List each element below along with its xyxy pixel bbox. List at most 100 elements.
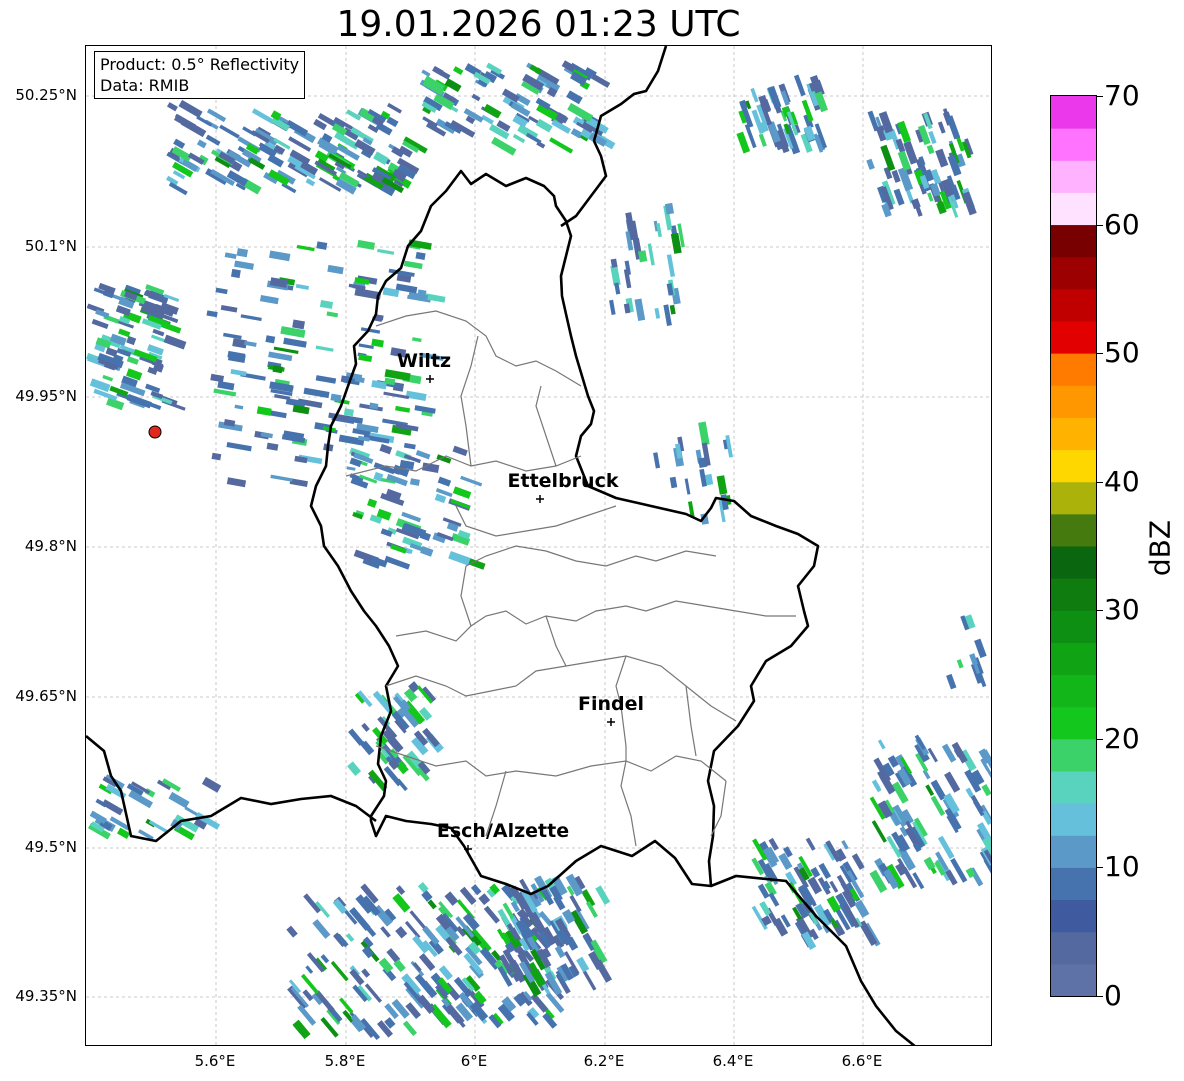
- radar-echo: [305, 965, 314, 974]
- lon-label: 6.6°E: [841, 1052, 883, 1070]
- colorbar-tickmark: [1097, 481, 1103, 483]
- radar-echo: [265, 335, 276, 344]
- radar-echo: [166, 102, 178, 112]
- radar-echo: [974, 638, 987, 659]
- radar-echo: [380, 926, 391, 938]
- city-label-ettelbruck: Ettelbruck: [507, 470, 619, 492]
- radar-echo: [436, 454, 452, 464]
- radar-echo: [554, 945, 566, 959]
- radar-echo: [610, 265, 621, 286]
- radar-echo: [361, 722, 370, 732]
- radar-echo: [956, 659, 964, 669]
- radar-echo: [240, 314, 262, 322]
- radar-echo: [272, 365, 283, 374]
- radar-echo: [448, 550, 471, 566]
- radar-echo: [315, 345, 334, 352]
- radar-echo: [101, 799, 124, 816]
- colorbar-swatch: [1051, 385, 1096, 418]
- colorbar-swatch: [1051, 417, 1096, 451]
- radar-echo: [637, 250, 648, 263]
- radar-echo: [409, 478, 420, 486]
- radar-echo: [296, 244, 315, 252]
- radar-echo: [634, 298, 646, 322]
- radar-echo: [669, 304, 676, 315]
- radar-echo: [935, 148, 949, 168]
- colorbar-tick-label: 10: [1104, 850, 1140, 884]
- radar-echo: [666, 254, 676, 277]
- radar-echo: [126, 356, 139, 365]
- colorbar-swatch: [1051, 931, 1096, 965]
- colorbar-swatch: [1051, 546, 1096, 579]
- radar-echo: [582, 970, 597, 991]
- radar-echo: [300, 973, 320, 995]
- radar-echo: [395, 405, 411, 413]
- product-info-box: Product: 0.5° Reflectivity Data: RMIB: [94, 51, 306, 99]
- radar-echo: [217, 380, 235, 391]
- colorbar-tickmark: [1097, 353, 1103, 355]
- radar-echo: [292, 1019, 311, 1040]
- radar-echo: [215, 287, 228, 295]
- lon-label: 6°E: [460, 1052, 488, 1070]
- radar-echo: [412, 337, 422, 343]
- radar-echo: [357, 239, 376, 250]
- radar-echo: [377, 248, 395, 255]
- radar-echo: [590, 73, 611, 88]
- radar-echo: [404, 920, 421, 939]
- radar-echo: [378, 957, 394, 974]
- radar-echo: [392, 893, 411, 913]
- radar-echo: [444, 891, 459, 906]
- colorbar-swatch: [1051, 449, 1096, 483]
- radar-echo: [223, 332, 242, 340]
- lat-label: 50.1°N: [24, 237, 77, 255]
- radar-echo: [595, 885, 611, 905]
- city-label-wiltz: Wiltz: [396, 350, 452, 372]
- colorbar-swatch: [1051, 706, 1096, 740]
- radar-echo: [320, 954, 330, 964]
- radar-echo: [220, 304, 238, 313]
- radar-echo: [653, 452, 661, 469]
- radar-echo: [327, 264, 344, 275]
- radar-echo: [684, 478, 691, 495]
- radar-echo: [767, 85, 782, 109]
- radar-echo: [851, 853, 865, 870]
- radar-echo: [256, 406, 272, 416]
- radar-echo: [483, 103, 502, 119]
- radar-echo: [481, 114, 494, 125]
- colorbar-swatch: [1051, 642, 1096, 676]
- radar-echo: [367, 498, 378, 508]
- product-label: Product: 0.5° Reflectivity: [100, 55, 300, 74]
- radar-echo: [478, 893, 491, 906]
- lat-label: 49.35°N: [15, 987, 77, 1005]
- radar-echo: [491, 136, 517, 156]
- radar-echo: [346, 466, 356, 471]
- colorbar-tick-label: 70: [1104, 79, 1140, 112]
- colorbar-swatch: [1051, 288, 1096, 322]
- radar-echo: [981, 784, 991, 797]
- colorbar: [1050, 95, 1097, 997]
- colorbar-swatch: [1051, 160, 1096, 193]
- radar-echo: [286, 925, 298, 938]
- map-canvas: [86, 46, 991, 1045]
- radar-echo: [305, 178, 316, 187]
- colorbar-tick-label: 0: [1104, 979, 1122, 1012]
- colorbar-swatch: [1051, 738, 1096, 772]
- city-label-findel: Findel: [577, 693, 645, 715]
- radar-echo: [405, 390, 427, 401]
- radar-echo: [211, 452, 222, 461]
- radar-echo: [553, 895, 566, 911]
- colorbar-swatch: [1051, 771, 1096, 804]
- lon-label: 6.4°E: [712, 1052, 754, 1070]
- radar-echo: [716, 475, 728, 495]
- radar-echo: [270, 474, 293, 482]
- colorbar-tick-label: 30: [1104, 593, 1140, 627]
- colorbar-swatch: [1051, 899, 1096, 933]
- radar-echo: [937, 121, 946, 134]
- colorbar-swatch: [1051, 578, 1096, 611]
- radar-echo: [330, 393, 342, 402]
- radar-echo: [326, 311, 339, 318]
- radar-echo: [415, 251, 426, 260]
- radar-echo: [483, 905, 500, 924]
- radar-echo: [460, 475, 483, 487]
- radar-site-marker: [148, 425, 162, 439]
- radar-echo: [168, 181, 188, 196]
